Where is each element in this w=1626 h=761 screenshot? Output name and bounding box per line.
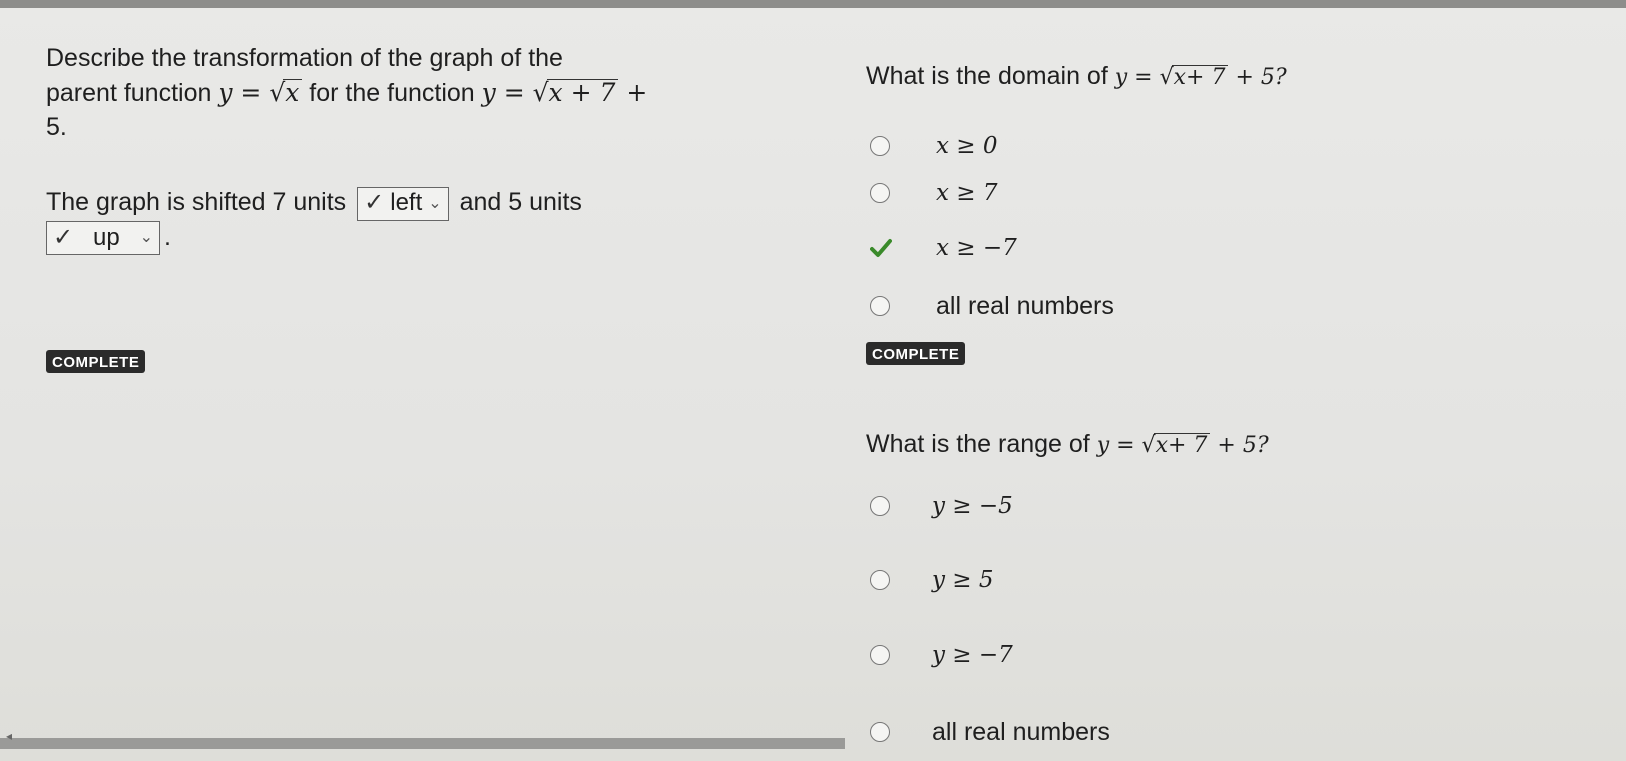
top-bar bbox=[0, 0, 1626, 8]
domain-option-3-selected[interactable]: x ≥ −7 bbox=[870, 235, 1017, 261]
question-text-line-1: Describe the transformation of the graph… bbox=[46, 44, 563, 72]
horizontal-scrollbar[interactable] bbox=[0, 738, 845, 749]
radio-button-icon[interactable] bbox=[870, 722, 890, 742]
range-option-2[interactable]: y ≥ 5 bbox=[870, 567, 994, 593]
domain-option-1[interactable]: x ≥ 0 bbox=[870, 133, 998, 159]
radio-button-icon[interactable] bbox=[870, 496, 890, 516]
range-option-3[interactable]: y ≥ −7 bbox=[870, 642, 1013, 668]
question-text-line-3: 5. bbox=[46, 112, 67, 141]
radio-button-icon[interactable] bbox=[870, 136, 890, 156]
range-question: What is the range of y = √x+ 7 + 5? bbox=[866, 430, 1269, 458]
scroll-left-icon[interactable]: ◂ bbox=[6, 729, 12, 743]
correct-check-icon: ✓ bbox=[53, 223, 74, 251]
answer-sentence: The graph is shifted 7 units ✓ left ⌄ an… bbox=[46, 186, 806, 221]
direction-horizontal-dropdown[interactable]: ✓ left ⌄ bbox=[357, 186, 449, 221]
domain-option-2[interactable]: x ≥ 7 bbox=[870, 180, 998, 206]
question-text-line-2: parent function y = √x for the function … bbox=[46, 77, 648, 107]
radio-button-icon[interactable] bbox=[870, 645, 890, 665]
radio-button-icon[interactable] bbox=[870, 570, 890, 590]
checkmark-icon bbox=[870, 239, 892, 257]
range-option-4[interactable]: all real numbers bbox=[870, 718, 1110, 746]
answer-sentence-continued: ✓ up ⌄ . bbox=[46, 221, 806, 256]
complete-badge-q2: COMPLETE bbox=[866, 342, 966, 365]
transformation-question: Describe the transformation of the graph… bbox=[46, 42, 806, 256]
correct-check-icon: ✓ bbox=[364, 189, 385, 217]
direction-vertical-dropdown[interactable]: ✓ up ⌄ bbox=[46, 221, 160, 256]
range-option-1[interactable]: y ≥ −5 bbox=[870, 493, 1013, 519]
domain-question: What is the domain of y = √x+ 7 + 5? bbox=[866, 62, 1287, 90]
complete-badge-q1: COMPLETE bbox=[46, 350, 146, 373]
chevron-down-icon: ⌄ bbox=[139, 229, 153, 247]
radio-button-icon[interactable] bbox=[870, 183, 890, 203]
domain-option-4[interactable]: all real numbers bbox=[870, 292, 1114, 320]
chevron-down-icon: ⌄ bbox=[428, 194, 442, 212]
radio-button-icon[interactable] bbox=[870, 296, 890, 316]
parent-function: y = √x bbox=[218, 78, 303, 107]
given-function: y = √x + 7 + bbox=[481, 77, 648, 107]
